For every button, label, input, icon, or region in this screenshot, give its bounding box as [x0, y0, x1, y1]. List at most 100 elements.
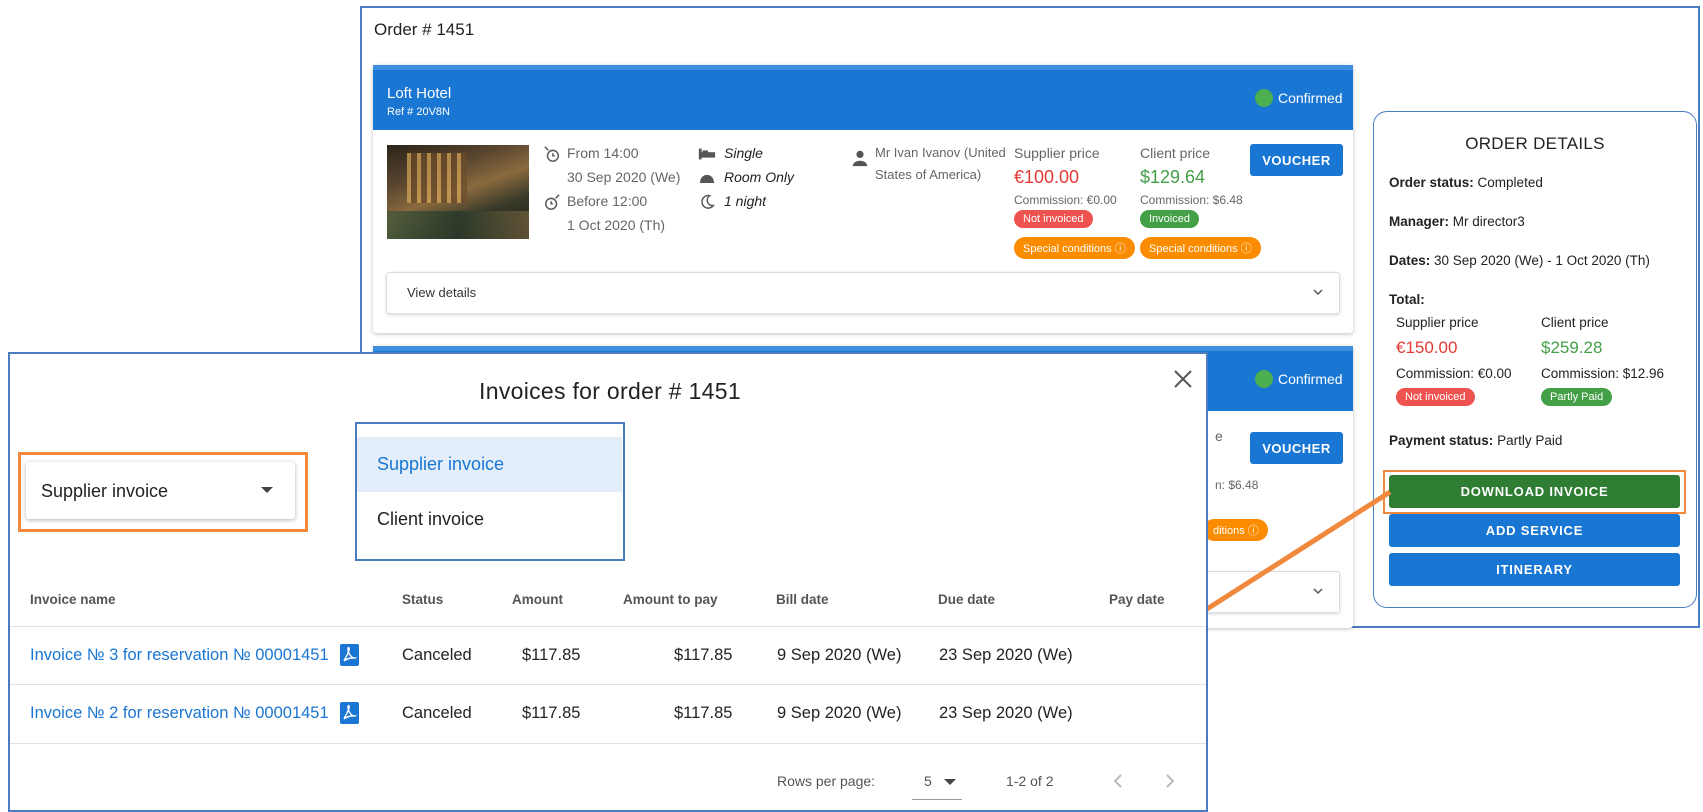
invoice-type-menu: Supplier invoice Client invoice	[355, 422, 625, 561]
check-in-time: From 14:00	[567, 145, 639, 161]
bed-icon	[698, 148, 716, 160]
rows-per-page-value: 5	[924, 773, 932, 789]
hotel-card: Loft Hotel Ref # 20V8N Confirmed From 14…	[373, 65, 1353, 333]
voucher-button[interactable]: VOUCHER	[1250, 144, 1343, 176]
invoice-type-select[interactable]: Supplier invoice	[26, 462, 295, 519]
total-supplier-label: Supplier price	[1396, 315, 1479, 330]
dates-row: Dates: 30 Sep 2020 (We) - 1 Oct 2020 (Th…	[1389, 253, 1650, 268]
order-status-label: Order status:	[1389, 175, 1474, 190]
not-invoiced-badge: Not invoiced	[1014, 210, 1093, 228]
add-service-button[interactable]: ADD SERVICE	[1389, 514, 1680, 547]
divider	[10, 626, 1206, 627]
total-label-text: Total:	[1389, 292, 1425, 307]
nights-count: 1 night	[724, 193, 767, 209]
dates-value: 30 Sep 2020 (We) - 1 Oct 2020 (Th)	[1434, 253, 1650, 268]
pdf-icon[interactable]	[340, 702, 359, 724]
total-client-price: $259.28	[1541, 338, 1603, 357]
total-label: Total:	[1389, 292, 1425, 307]
invoice-amount-to-pay: $117.85	[674, 646, 733, 664]
pdf-icon[interactable]	[340, 644, 359, 666]
chevron-down-icon	[1313, 289, 1323, 296]
client-price: $129.64	[1140, 167, 1206, 187]
order-details-panel: ORDER DETAILS Order status: Completed Ma…	[1373, 111, 1697, 608]
dropdown-caret-icon	[944, 779, 956, 785]
manager-row: Manager: Mr director3	[1389, 214, 1525, 229]
total-client-commission: Commission: $12.96	[1541, 366, 1665, 381]
check-out-date: 1 Oct 2020 (Th)	[567, 217, 666, 233]
dropdown-caret-icon	[261, 487, 273, 493]
manager-label: Manager:	[1389, 214, 1450, 229]
special-conditions-badge[interactable]: Special conditions ⓘ	[1014, 237, 1135, 259]
column-header-pay-date[interactable]: Pay date	[1109, 592, 1165, 607]
payment-status-row: Payment status: Partly Paid	[1389, 433, 1562, 448]
pagination-range: 1-2 of 2	[1006, 773, 1054, 789]
check-out-time: Before 12:00	[567, 193, 648, 209]
divider	[10, 743, 1206, 744]
invoiced-badge: Invoiced	[1140, 210, 1199, 228]
view-details-expander[interactable]: View details	[386, 272, 1340, 314]
invoice-type-value: Supplier invoice	[41, 481, 169, 501]
column-header-amount[interactable]: Amount	[512, 592, 563, 607]
person-icon	[852, 150, 868, 167]
order-status-value: Completed	[1477, 175, 1543, 190]
column-header-status[interactable]: Status	[402, 592, 443, 607]
column-header-bill-date[interactable]: Bill date	[776, 592, 829, 607]
column-header-amount-to-pay[interactable]: Amount to pay	[623, 592, 718, 607]
partial-text: e	[1215, 428, 1223, 444]
itinerary-button[interactable]: ITINERARY	[1389, 553, 1680, 586]
supplier-commission: Commission: €0.00	[1014, 193, 1117, 207]
invoice-due-date: 23 Sep 2020 (We)	[939, 704, 1073, 722]
booking-status: Confirmed	[1278, 90, 1343, 106]
invoices-modal: Invoices for order # 1451 Supplier invoi…	[8, 352, 1208, 812]
invoice-amount-to-pay: $117.85	[674, 704, 733, 722]
close-icon[interactable]	[1170, 366, 1196, 392]
hotel-card-header: Loft Hotel Ref # 20V8N Confirmed	[373, 65, 1353, 130]
order-details-heading: ORDER DETAILS	[1465, 134, 1605, 153]
confirmed-status-icon	[1255, 89, 1273, 107]
not-invoiced-badge: Not invoiced	[1396, 388, 1475, 406]
invoice-bill-date: 9 Sep 2020 (We)	[777, 704, 902, 722]
total-supplier-price: €150.00	[1396, 338, 1458, 357]
voucher-button[interactable]: VOUCHER	[1250, 432, 1343, 464]
room-type: Single	[724, 145, 763, 161]
dates-label: Dates:	[1389, 253, 1431, 268]
client-commission: Commission: $6.48	[1140, 193, 1243, 207]
check-out-time-icon	[544, 194, 560, 210]
board-type: Room Only	[724, 169, 795, 185]
menu-item-client-invoice[interactable]: Client invoice	[357, 492, 622, 547]
rows-per-page-select[interactable]: 5	[912, 766, 962, 800]
invoice-link[interactable]: Invoice № 3 for reservation № 00001451	[30, 646, 329, 665]
invoice-amount: $117.85	[522, 646, 581, 664]
meal-cloche-icon	[699, 174, 715, 183]
column-header-due-date[interactable]: Due date	[938, 592, 995, 607]
payment-status-label: Payment status:	[1389, 433, 1494, 448]
menu-item-supplier-invoice[interactable]: Supplier invoice	[357, 437, 622, 492]
special-conditions-badge[interactable]: Special conditions ⓘ	[1140, 237, 1261, 259]
hotel-photo	[387, 145, 529, 239]
hotel-name: Loft Hotel	[387, 85, 452, 102]
guest-country: States of America)	[875, 167, 982, 182]
confirmed-status-icon	[1255, 370, 1273, 388]
total-client-label: Client price	[1541, 315, 1609, 330]
guest-name: Mr Ivan Ivanov (United	[875, 145, 1006, 160]
column-header-invoice-name[interactable]: Invoice name	[30, 592, 116, 607]
chevron-right-icon[interactable]	[1162, 772, 1178, 790]
check-in-time-icon	[544, 146, 560, 162]
client-price-label: Client price	[1140, 145, 1211, 161]
payment-status-value: Partly Paid	[1497, 433, 1563, 448]
chevron-left-icon[interactable]	[1110, 772, 1126, 790]
divider	[10, 684, 1206, 685]
supplier-price-label: Supplier price	[1014, 145, 1100, 161]
invoice-due-date: 23 Sep 2020 (We)	[939, 646, 1073, 664]
partly-paid-badge: Partly Paid	[1541, 388, 1613, 406]
view-details-label: View details	[407, 285, 477, 300]
order-title: Order # 1451	[374, 20, 475, 39]
download-highlight-frame	[1383, 470, 1686, 514]
total-supplier-commission: Commission: €0.00	[1396, 366, 1512, 381]
order-status-row: Order status: Completed	[1389, 175, 1543, 190]
invoice-link[interactable]: Invoice № 2 for reservation № 00001451	[30, 704, 329, 723]
invoice-status: Canceled	[402, 646, 472, 664]
manager-value: Mr director3	[1452, 214, 1525, 229]
invoice-amount: $117.85	[522, 704, 581, 722]
supplier-price: €100.00	[1014, 167, 1080, 187]
